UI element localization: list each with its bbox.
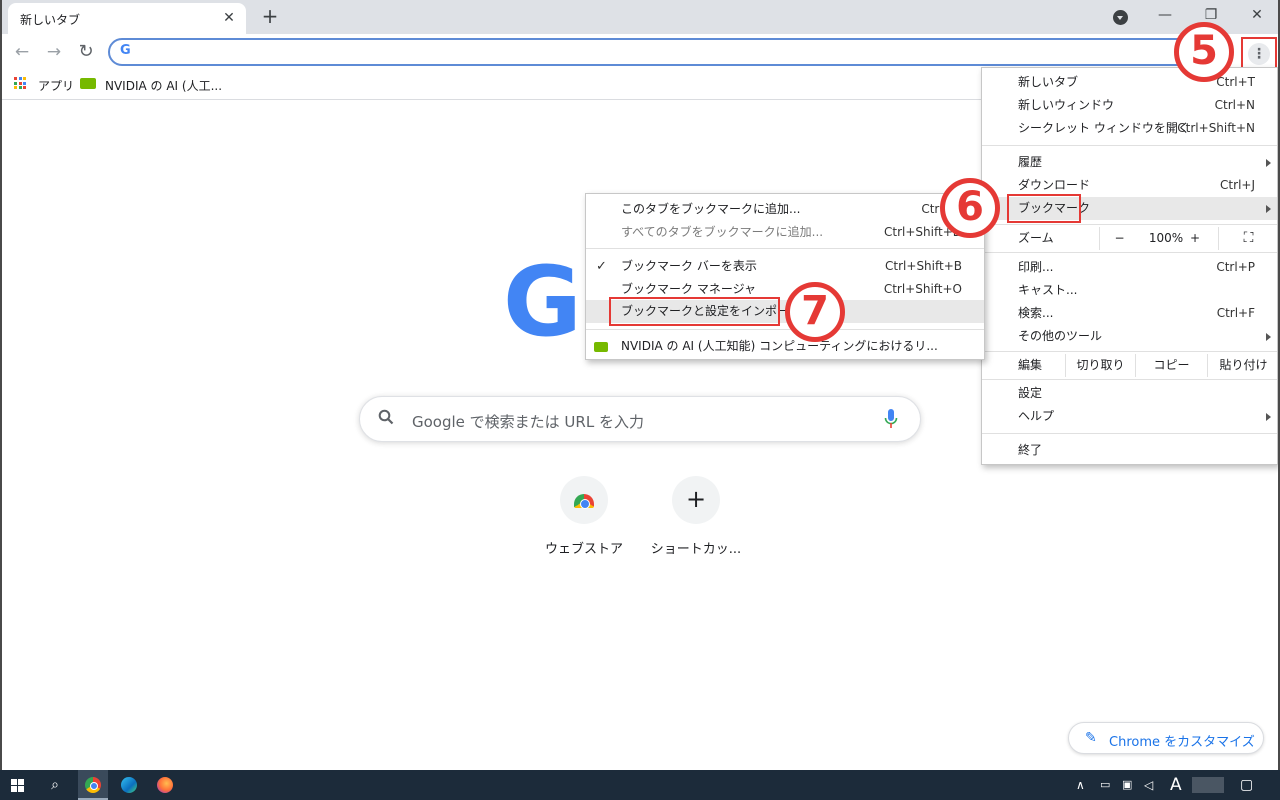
volume-icon[interactable]: ◁ [1144, 770, 1153, 800]
battery-icon[interactable]: ▭ [1100, 770, 1110, 800]
chrome-menu-button[interactable]: ⋮ [1241, 37, 1277, 69]
annotation-highlight-box [1007, 194, 1081, 223]
new-tab-button[interactable]: + [258, 5, 282, 29]
menu-separator [982, 379, 1277, 380]
cut-button[interactable]: 切り取り [1065, 354, 1135, 377]
submenu-item-nvidia[interactable]: NVIDIA の AI (人工知能) コンピューティングにおけるリ... [586, 335, 984, 358]
menu-item-settings[interactable]: 設定 [982, 382, 1277, 405]
search-icon [378, 409, 394, 425]
search-input-placeholder: Google で検索または URL を入力 [412, 413, 644, 431]
forward-button[interactable]: → [42, 40, 66, 64]
tray-overflow-icon[interactable]: ∧ [1076, 770, 1085, 800]
edit-label: 編集 [1018, 358, 1043, 372]
menu-separator [586, 248, 984, 249]
tab-strip: 新しいタブ ✕ + — ❐ ✕ [0, 0, 1280, 34]
submenu-arrow-icon [1266, 413, 1271, 421]
windows-taskbar: ⌕ ∧ ▭ ▣ ◁ A ▢ [0, 770, 1280, 800]
plus-icon: + [685, 485, 707, 513]
menu-item-find[interactable]: 検索... Ctrl+F [982, 302, 1277, 325]
menu-item-exit[interactable]: 終了 [982, 439, 1277, 462]
menu-zoom-row: ズーム − 100% + ⛶ [982, 227, 1277, 250]
shortcut-add[interactable]: + ショートカッ... [641, 476, 751, 557]
google-search-box[interactable]: Google で検索または URL を入力 [359, 396, 921, 442]
bookmark-nvidia[interactable]: NVIDIA の AI (人工... [105, 77, 222, 94]
taskbar-edge-icon[interactable] [114, 770, 144, 800]
menu-separator [982, 145, 1277, 146]
clock-redacted[interactable] [1192, 777, 1224, 793]
submenu-item-bookmark-tab[interactable]: このタブをブックマークに追加...Ctrl+D [586, 198, 984, 221]
menu-separator [982, 252, 1277, 253]
taskbar-chrome-icon[interactable] [78, 770, 108, 800]
zoom-label: ズーム [1018, 231, 1054, 245]
menu-item-history[interactable]: 履歴 [982, 151, 1277, 174]
nvidia-icon [80, 78, 96, 89]
submenu-arrow-icon [1266, 159, 1271, 167]
zoom-in-button[interactable]: + [1175, 227, 1215, 250]
annotation-highlight-box [609, 297, 780, 326]
notification-icon[interactable]: ▢ [1240, 770, 1253, 800]
taskbar-search-icon[interactable]: ⌕ [40, 770, 70, 800]
submenu-item-show-bookmark-bar[interactable]: ブックマーク バーを表示 Ctrl+Shift+B [586, 255, 984, 278]
paste-button[interactable]: 貼り付け [1207, 354, 1279, 377]
window-border [0, 0, 2, 770]
step-badge-7: 7 [785, 282, 845, 342]
step-badge-5: 5 [1174, 22, 1234, 82]
tab-search-icon[interactable] [1113, 10, 1128, 25]
submenu-arrow-icon [1266, 333, 1271, 341]
reload-button[interactable]: ↻ [74, 40, 98, 64]
tab-new-tab[interactable]: 新しいタブ ✕ [8, 3, 246, 34]
customize-chrome-button[interactable]: ✎ Chrome をカスタマイズ [1068, 722, 1264, 754]
menu-edit-row: 編集 切り取り コピー 貼り付け [982, 354, 1277, 377]
ime-indicator[interactable]: A [1170, 770, 1182, 800]
back-button[interactable]: ← [10, 40, 34, 64]
shortcut-webstore[interactable]: ウェブストア [529, 476, 639, 557]
webstore-icon [574, 494, 594, 509]
tab-title: 新しいタブ [20, 13, 81, 27]
menu-separator [982, 224, 1277, 225]
submenu-item-bookmark-all-tabs[interactable]: すべてのタブをブックマークに追加... Ctrl+Shift+D [586, 221, 984, 244]
copy-button[interactable]: コピー [1135, 354, 1207, 377]
menu-item-more-tools[interactable]: その他のツール [982, 325, 1277, 348]
menu-item-incognito[interactable]: シークレット ウィンドウを開く Ctrl+Shift+N [982, 117, 1277, 140]
google-g-icon: G [120, 43, 131, 58]
menu-item-new-window[interactable]: 新しいウィンドウ Ctrl+N [982, 94, 1277, 117]
chrome-main-menu: 新しいタブ Ctrl+T 新しいウィンドウ Ctrl+N シークレット ウィンドウを… [981, 67, 1278, 465]
pencil-icon: ✎ [1085, 730, 1097, 746]
taskbar-firefox-icon[interactable] [150, 770, 180, 800]
fullscreen-icon[interactable]: ⛶ [1218, 227, 1278, 250]
close-window-button[interactable]: ✕ [1234, 2, 1280, 30]
shortcut-label: ウェブストア [544, 542, 623, 557]
shortcut-label: ショートカッ... [650, 542, 742, 557]
minimize-button[interactable]: — [1142, 2, 1188, 30]
apps-grid-icon[interactable] [14, 77, 26, 89]
network-icon[interactable]: ▣ [1122, 770, 1132, 800]
kebab-menu-icon: ⋮ [1248, 43, 1270, 65]
tab-close-icon[interactable]: ✕ [220, 9, 238, 27]
address-bar[interactable]: G [108, 38, 1233, 66]
toolbar: ← → ↻ G ☆ ⋮ [0, 34, 1280, 70]
system-tray: ∧ ▭ ▣ ◁ A ▢ [1072, 770, 1280, 800]
customize-label: Chrome をカスタマイズ [1109, 735, 1255, 750]
shortcut-tile [560, 476, 608, 524]
menu-item-new-tab[interactable]: 新しいタブ Ctrl+T [982, 71, 1277, 94]
step-badge-6: 6 [940, 178, 1000, 238]
bookmark-apps[interactable]: アプリ [38, 77, 74, 94]
bookmark-submenu: このタブをブックマークに追加...Ctrl+D すべてのタブをブックマークに追加… [585, 193, 985, 360]
menu-item-cast[interactable]: キャスト... [982, 279, 1277, 302]
start-button[interactable] [0, 770, 36, 800]
menu-separator [982, 351, 1277, 352]
menu-separator [586, 329, 984, 330]
zoom-out-button[interactable]: − [1099, 227, 1139, 250]
microphone-icon[interactable] [884, 409, 898, 429]
menu-item-print[interactable]: 印刷... Ctrl+P [982, 256, 1277, 279]
menu-separator [982, 433, 1277, 434]
submenu-arrow-icon [1266, 205, 1271, 213]
menu-item-help[interactable]: ヘルプ [982, 405, 1277, 428]
shortcut-tile: + [672, 476, 720, 524]
